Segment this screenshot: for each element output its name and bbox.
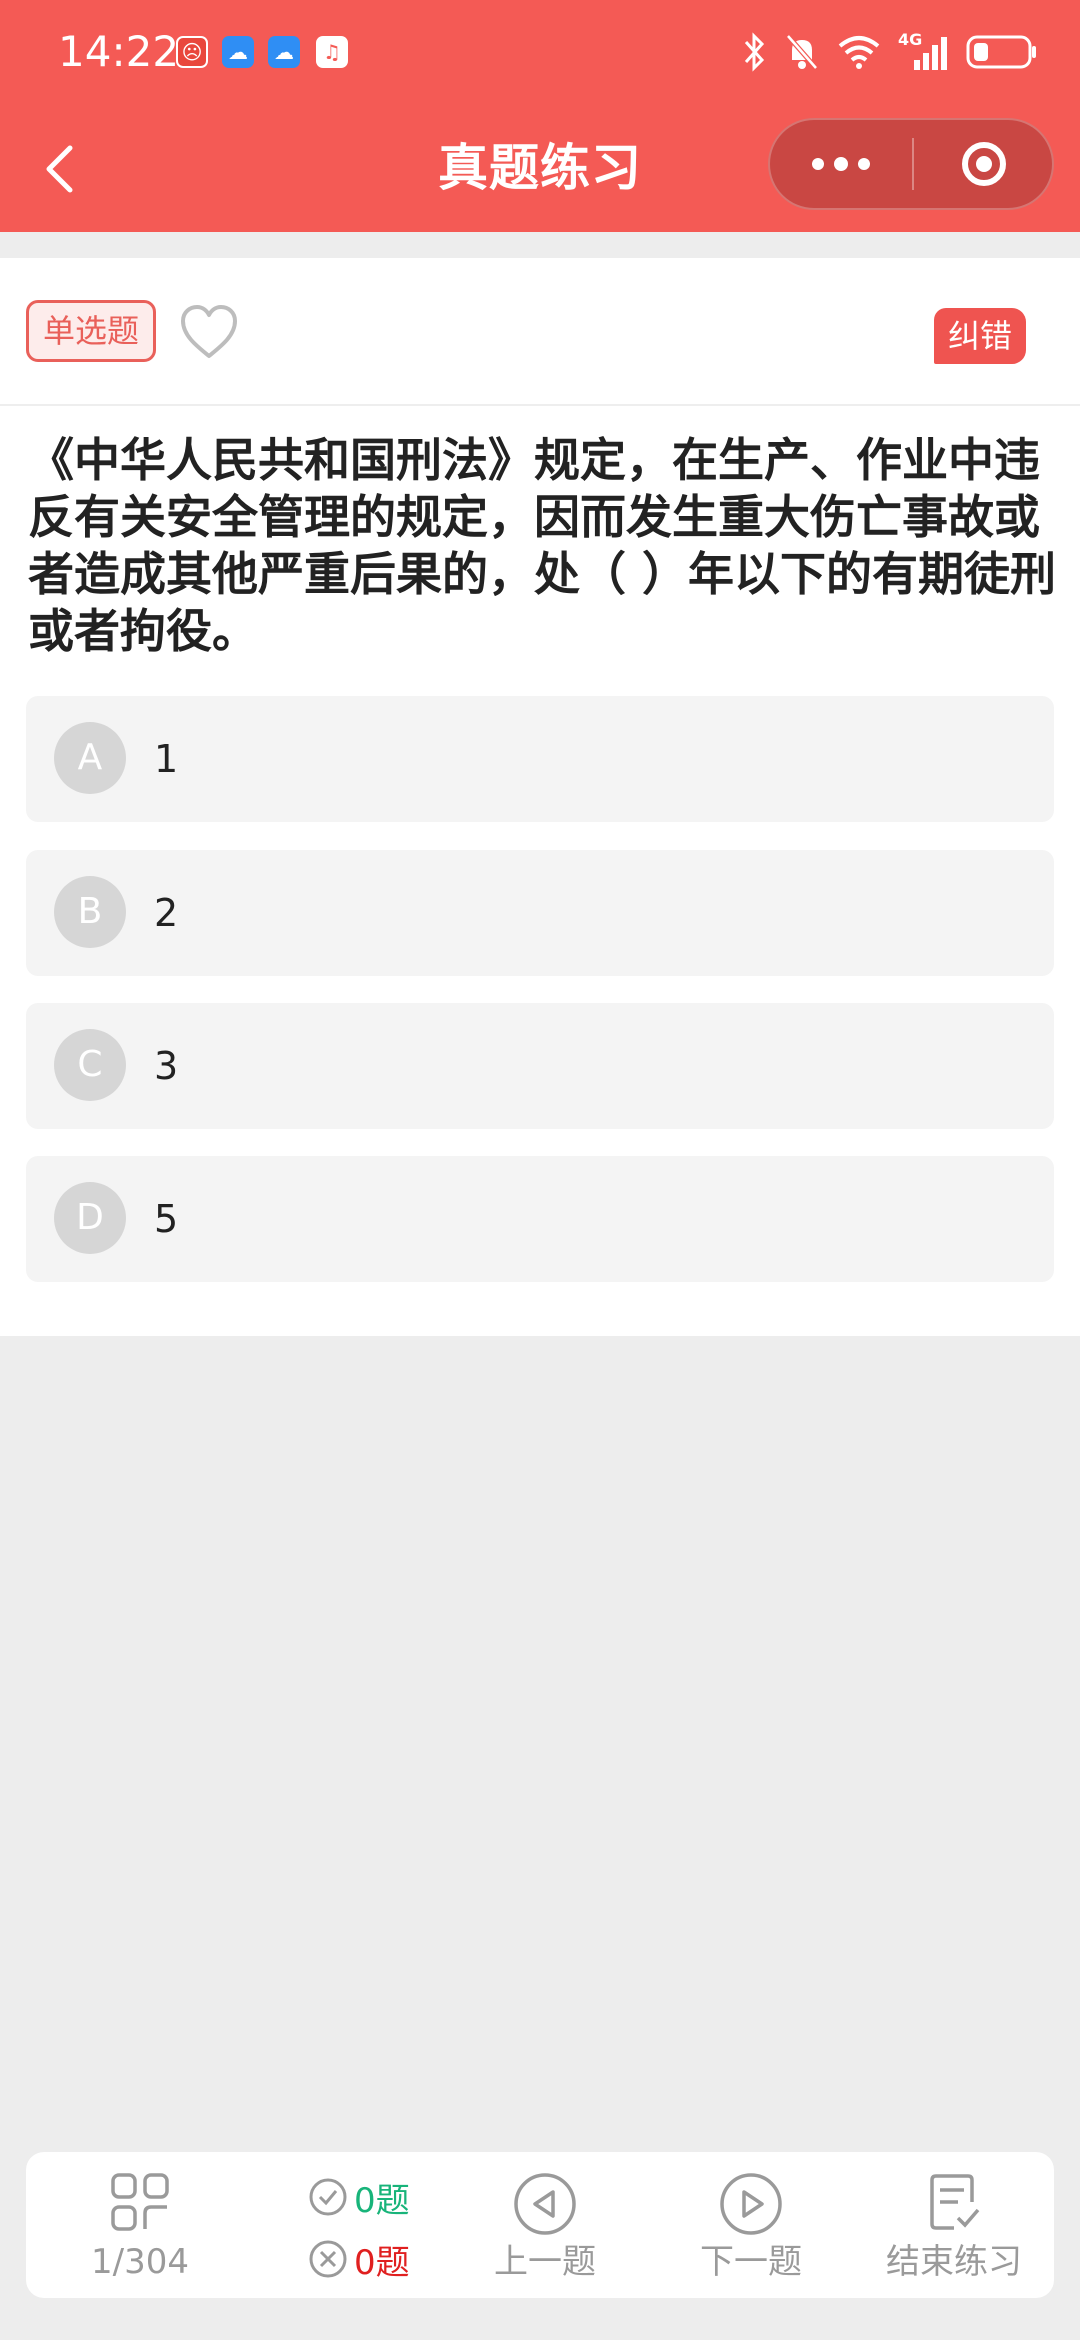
option-letter: A <box>54 722 126 794</box>
correct-count: 0题 <box>354 2180 410 2221</box>
status-bar: 14:22 ☹ ☁ ☁ ♫ 4G <box>0 0 1080 104</box>
cloud-icon: ☁ <box>222 36 254 68</box>
progress-label: 1/304 <box>91 2242 189 2282</box>
option-value: 3 <box>154 1044 179 1088</box>
cloud-icon: ☁ <box>268 36 300 68</box>
end-practice-button[interactable]: 结束练习 <box>854 2152 1054 2298</box>
option-value: 5 <box>154 1197 179 1241</box>
question-text: 《中华人民共和国刑法》规定，在生产、作业中违反有关安全管理的规定，因而发生重大伤… <box>28 433 1057 658</box>
prev-label: 上一题 <box>494 2242 596 2282</box>
signal-icon <box>914 37 947 70</box>
x-circle-icon <box>309 2240 347 2278</box>
option-value: 2 <box>154 891 179 935</box>
answer-sheet-button[interactable]: 1/304 <box>50 2152 230 2298</box>
option-b[interactable]: B 2 <box>26 850 1054 976</box>
favorite-button[interactable] <box>178 302 240 362</box>
dot-icon <box>812 158 824 170</box>
option-letter: D <box>54 1182 126 1254</box>
status-icons: 4G <box>742 30 1038 74</box>
divider <box>0 404 1080 406</box>
more-options-button[interactable] <box>770 120 912 208</box>
dot-icon <box>834 157 848 171</box>
close-miniapp-button[interactable] <box>914 120 1054 208</box>
app-notification-icon: ☹ <box>176 36 208 68</box>
option-letter: B <box>54 876 126 948</box>
signal-indicator: 4G <box>898 32 948 72</box>
bluetooth-icon <box>744 32 765 72</box>
prev-question-button[interactable]: 上一题 <box>442 2152 648 2298</box>
play-left-icon <box>514 2173 576 2235</box>
option-letter: C <box>54 1029 126 1101</box>
play-right-icon <box>720 2173 782 2235</box>
status-time: 14:22 <box>58 27 180 76</box>
correct-count-row: 0题 <box>308 2172 410 2222</box>
battery-icon <box>966 35 1036 69</box>
check-circle-icon <box>309 2178 347 2216</box>
wrong-count-row: 0题 <box>308 2234 410 2284</box>
option-c[interactable]: C 3 <box>26 1003 1054 1129</box>
grid-icon <box>111 2173 169 2231</box>
question-type-tag: 单选题 <box>26 300 156 362</box>
option-d[interactable]: D 5 <box>26 1156 1054 1282</box>
mute-bell-icon <box>786 34 818 70</box>
option-a[interactable]: A 1 <box>26 696 1054 822</box>
report-error-button[interactable]: 纠错 <box>934 308 1026 364</box>
bottom-nav: 1/304 0题 0题 上一题 下一题 结束练习 <box>26 2152 1054 2298</box>
wrong-count: 0题 <box>354 2242 410 2283</box>
target-circle-icon <box>962 142 1006 186</box>
dot-icon <box>858 158 870 170</box>
title-bar: 真题练习 <box>0 104 1080 232</box>
next-label: 下一题 <box>700 2242 802 2282</box>
miniapp-capsule <box>768 118 1054 210</box>
wifi-icon <box>838 36 880 69</box>
question-card: 单选题 纠错 《中华人民共和国刑法》规定，在生产、作业中违反有关安全管理的规定，… <box>0 258 1080 1336</box>
option-value: 1 <box>154 737 179 781</box>
heart-icon <box>181 305 237 358</box>
next-question-button[interactable]: 下一题 <box>648 2152 854 2298</box>
score-summary: 0题 0题 <box>258 2152 438 2298</box>
music-icon: ♫ <box>316 36 348 68</box>
checklist-icon <box>930 2174 980 2230</box>
end-label: 结束练习 <box>886 2242 1022 2282</box>
